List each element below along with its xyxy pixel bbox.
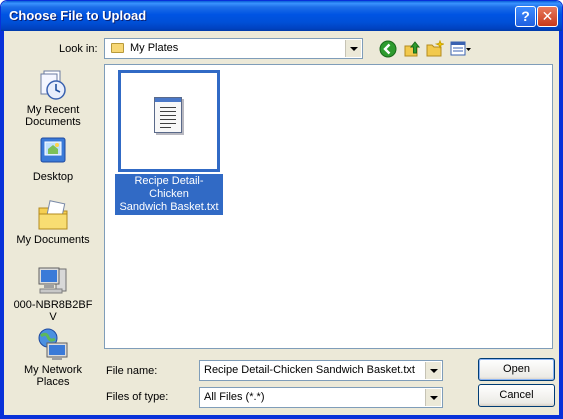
places-bar: My Recent Documents Desktop My Documents… xyxy=(11,64,95,400)
place-my-recent-documents[interactable]: My Recent Documents xyxy=(11,68,95,128)
file-name-label: Recipe Detail-Chicken Sandwich Basket.tx… xyxy=(115,174,223,215)
file-type-value: All Files (*.*) xyxy=(204,391,265,403)
file-name-line2: Sandwich Basket.txt xyxy=(119,201,219,213)
view-menu-icon[interactable] xyxy=(450,40,472,58)
place-my-documents[interactable]: My Documents xyxy=(11,198,95,246)
place-my-computer[interactable]: 000-NBR8B2BF V xyxy=(11,263,95,323)
look-in-value: My Plates xyxy=(130,42,179,54)
recent-documents-icon xyxy=(40,70,66,100)
place-label-line2: Documents xyxy=(25,116,81,128)
close-button[interactable]: ✕ xyxy=(537,6,558,27)
file-upload-dialog: Choose File to Upload ? ✕ Look in: My Pl… xyxy=(0,0,563,419)
my-computer-icon xyxy=(38,267,67,294)
chevron-down-icon[interactable] xyxy=(345,40,361,57)
file-item-selected[interactable]: Recipe Detail-Chicken Sandwich Basket.tx… xyxy=(115,70,223,215)
new-folder-icon[interactable] xyxy=(426,40,444,58)
place-label-line1: My Documents xyxy=(16,234,90,246)
file-list[interactable]: Recipe Detail-Chicken Sandwich Basket.tx… xyxy=(104,64,553,349)
desktop-icon xyxy=(40,137,66,163)
help-button[interactable]: ? xyxy=(515,6,536,27)
text-file-icon xyxy=(154,97,182,133)
file-name-line1: Recipe Detail-Chicken xyxy=(134,175,204,200)
file-type-field-label: Files of type: xyxy=(106,391,169,403)
cancel-button[interactable]: Cancel xyxy=(478,384,555,407)
place-label-line1: 000-NBR8B2BF xyxy=(13,299,93,311)
title-bar[interactable]: Choose File to Upload ? ✕ xyxy=(1,1,562,31)
place-label-line1: My Network xyxy=(23,364,83,376)
window-frame-right xyxy=(559,31,562,418)
window-frame-left xyxy=(1,31,4,418)
look-in-label: Look in: xyxy=(59,43,98,55)
file-name-input[interactable]: Recipe Detail-Chicken Sandwich Basket.tx… xyxy=(199,360,443,381)
file-name-field-label: File name: xyxy=(106,365,158,377)
place-my-network-places[interactable]: My Network Places xyxy=(11,328,95,388)
place-label-line2: Places xyxy=(36,376,70,388)
my-documents-icon xyxy=(38,200,68,230)
place-desktop[interactable]: Desktop xyxy=(11,135,95,183)
place-label-line2: V xyxy=(49,311,57,323)
window-frame-bottom xyxy=(1,415,562,418)
network-places-icon xyxy=(38,328,68,360)
chevron-down-icon[interactable] xyxy=(425,362,441,379)
back-icon[interactable] xyxy=(379,40,397,58)
place-label-line1: My Recent xyxy=(26,104,80,116)
look-in-dropdown[interactable]: My Plates xyxy=(104,38,363,59)
up-folder-icon[interactable] xyxy=(403,40,421,58)
window-title: Choose File to Upload xyxy=(9,8,147,23)
place-label-line1: Desktop xyxy=(32,171,74,183)
file-name-value: Recipe Detail-Chicken Sandwich Basket.tx… xyxy=(204,364,415,376)
chevron-down-icon[interactable] xyxy=(425,389,441,406)
file-type-dropdown[interactable]: All Files (*.*) xyxy=(199,387,443,408)
file-thumbnail xyxy=(118,70,220,172)
open-button[interactable]: Open xyxy=(478,358,555,381)
folder-icon xyxy=(111,43,124,53)
